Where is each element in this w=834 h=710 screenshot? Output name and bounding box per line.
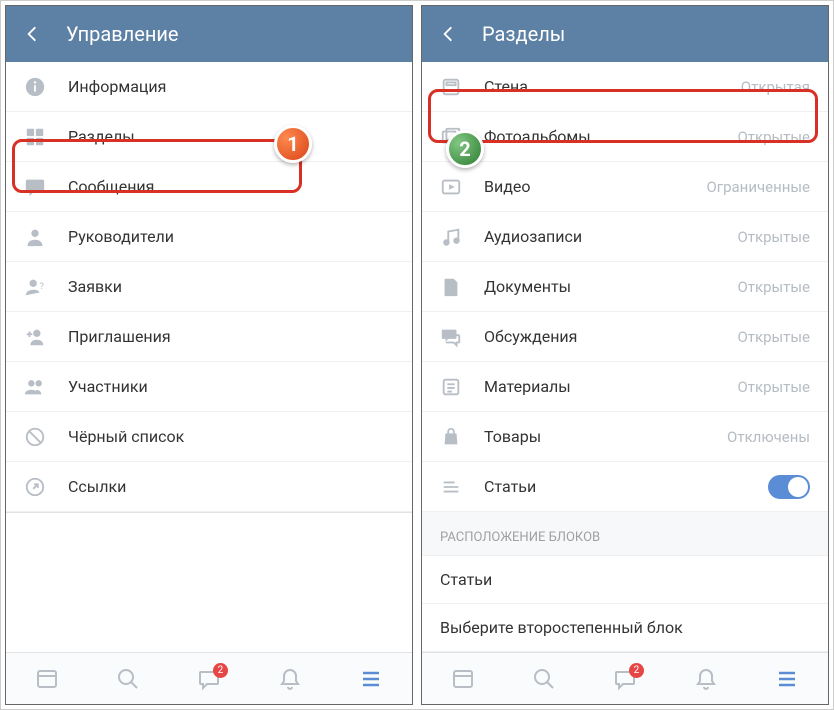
item-blacklist[interactable]: Чёрный список xyxy=(6,412,412,462)
item-label: Стена xyxy=(484,77,719,96)
nav-notifications-icon[interactable] xyxy=(277,666,303,692)
block-item-secondary[interactable]: Выберите второстепенный блок xyxy=(422,604,828,652)
item-products[interactable]: Товары Отключены xyxy=(422,412,828,462)
item-value: Открытые xyxy=(737,378,810,396)
screen-sections: Разделы Стена Открытая Фотоальбомы Откры… xyxy=(421,5,829,705)
header-title: Управление xyxy=(66,22,179,46)
articles-icon xyxy=(440,476,462,498)
ban-icon xyxy=(24,426,46,448)
item-label: Информация xyxy=(68,77,394,96)
item-label: Аудиозаписи xyxy=(484,227,715,246)
content-list: Информация Разделы Сообщения Руководител… xyxy=(6,62,412,652)
external-icon xyxy=(24,476,46,498)
chat-icon xyxy=(24,176,46,198)
item-value: Открытые xyxy=(737,128,810,146)
item-label: Участники xyxy=(68,377,394,396)
item-managers[interactable]: Руководители xyxy=(6,212,412,262)
svg-text:?: ? xyxy=(40,281,44,291)
nav-bar: 2 xyxy=(6,652,412,704)
item-label: Руководители xyxy=(68,227,394,246)
nav-menu-icon[interactable] xyxy=(358,666,384,692)
item-information[interactable]: Информация xyxy=(6,62,412,112)
item-value: Отключены xyxy=(727,428,810,446)
materials-icon xyxy=(440,376,462,398)
item-label: Статьи xyxy=(484,477,746,496)
nav-feed-icon[interactable] xyxy=(450,666,476,692)
back-icon[interactable] xyxy=(438,24,458,44)
item-value: Открытые xyxy=(737,228,810,246)
section-header: РАСПОЛОЖЕНИЕ БЛОКОВ xyxy=(422,512,828,556)
info-icon xyxy=(24,76,46,98)
item-messages[interactable]: Сообщения xyxy=(6,162,412,212)
item-materials[interactable]: Материалы Открытые xyxy=(422,362,828,412)
nav-feed-icon[interactable] xyxy=(34,666,60,692)
item-links[interactable]: Ссылки xyxy=(6,462,412,512)
item-sections[interactable]: Разделы xyxy=(6,112,412,162)
item-value: Открытые xyxy=(737,278,810,296)
item-discussions[interactable]: Обсуждения Открытые xyxy=(422,312,828,362)
nav-search-icon[interactable] xyxy=(115,666,141,692)
nav-notifications-icon[interactable] xyxy=(693,666,719,692)
badge: 2 xyxy=(213,663,228,678)
item-label: Видео xyxy=(484,177,684,196)
block-item[interactable]: Статьи xyxy=(422,556,828,604)
item-value: Открытая xyxy=(741,78,810,96)
step-marker-2: 2 xyxy=(446,130,484,168)
item-requests[interactable]: ? Заявки xyxy=(6,262,412,312)
wall-icon xyxy=(440,76,462,98)
item-video[interactable]: Видео Ограниченные xyxy=(422,162,828,212)
item-value: Ограниченные xyxy=(706,178,810,196)
item-value: Открытые xyxy=(737,328,810,346)
nav-bar: 2 xyxy=(422,652,828,704)
header: Управление xyxy=(6,6,412,62)
discuss-icon xyxy=(440,326,462,348)
item-label: Материалы xyxy=(484,377,715,396)
nav-menu-icon[interactable] xyxy=(774,666,800,692)
back-icon[interactable] xyxy=(22,24,42,44)
empty-area xyxy=(6,512,412,513)
item-label: Фотоальбомы xyxy=(484,127,715,146)
step-marker-1: 1 xyxy=(274,125,312,163)
badge: 2 xyxy=(629,663,644,678)
bag-icon xyxy=(440,426,462,448)
item-wall[interactable]: Стена Открытая xyxy=(422,62,828,112)
header-title: Разделы xyxy=(482,22,565,46)
item-audio[interactable]: Аудиозаписи Открытые xyxy=(422,212,828,262)
item-label: Документы xyxy=(484,277,715,296)
item-label: Разделы xyxy=(68,127,394,146)
nav-search-icon[interactable] xyxy=(531,666,557,692)
item-label: Ссылки xyxy=(68,477,394,496)
nav-messages-icon[interactable]: 2 xyxy=(612,666,638,692)
screen-management: Управление Информация Разделы Сообщения … xyxy=(5,5,413,705)
user-plus-icon xyxy=(24,326,46,348)
header: Разделы xyxy=(422,6,828,62)
item-label: Приглашения xyxy=(68,327,394,346)
item-members[interactable]: Участники xyxy=(6,362,412,412)
item-label: Товары xyxy=(484,427,705,446)
doc-icon xyxy=(440,276,462,298)
item-label: Заявки xyxy=(68,277,394,296)
item-invites[interactable]: Приглашения xyxy=(6,312,412,362)
item-articles[interactable]: Статьи xyxy=(422,462,828,512)
nav-messages-icon[interactable]: 2 xyxy=(196,666,222,692)
users-icon xyxy=(24,376,46,398)
item-docs[interactable]: Документы Открытые xyxy=(422,262,828,312)
item-label: Обсуждения xyxy=(484,327,715,346)
grid-icon xyxy=(24,126,46,148)
user-icon xyxy=(24,226,46,248)
item-label: Чёрный список xyxy=(68,427,394,446)
toggle-switch[interactable] xyxy=(768,475,810,499)
music-icon xyxy=(440,226,462,248)
video-icon xyxy=(440,176,462,198)
user-question-icon: ? xyxy=(24,276,46,298)
item-label: Сообщения xyxy=(68,177,394,196)
